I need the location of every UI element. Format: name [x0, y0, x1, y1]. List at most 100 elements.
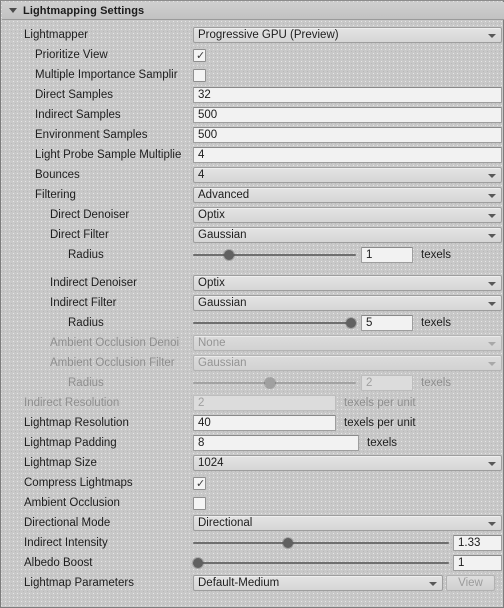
label-filtering: Filtering	[35, 189, 76, 201]
label-radius: Radius	[68, 249, 104, 261]
label-lightmap-padding: Lightmap Padding	[24, 437, 117, 449]
row-direct-denoiser: Direct Denoiser Optix	[2, 205, 504, 225]
dropdown-indirect-denoiser[interactable]: Optix	[193, 275, 502, 291]
chevron-down-icon	[488, 34, 496, 38]
dropdown-value: Directional	[198, 517, 253, 529]
slider-track	[193, 542, 449, 544]
row-ambient-occlusion: Ambient Occlusion	[2, 493, 504, 513]
label-direct-denoiser: Direct Denoiser	[50, 209, 130, 221]
checkbox-multiple-importance-samplir[interactable]	[193, 68, 206, 82]
dropdown-ambient-occlusion-filter: Gaussian	[193, 355, 502, 371]
row-radius: Radius 5 texels	[2, 313, 504, 333]
input-indirect-samples[interactable]: 500	[193, 107, 502, 123]
dropdown-value: Optix	[198, 277, 225, 289]
row-albedo-boost: Albedo Boost 1	[2, 553, 504, 573]
triangle-down-icon[interactable]	[9, 6, 18, 15]
dropdown-value: Gaussian	[198, 229, 247, 241]
label-direct-filter: Direct Filter	[50, 229, 109, 241]
input-radius: 2	[361, 375, 413, 391]
label-directional-mode: Directional Mode	[24, 517, 111, 529]
slider-thumb[interactable]	[223, 250, 234, 260]
slider-thumb[interactable]	[193, 558, 204, 568]
slider-track	[193, 562, 449, 564]
label-lightmapper: Lightmapper	[24, 29, 88, 41]
label-prioritize-view: Prioritize View	[35, 49, 108, 61]
row-direct-samples: Direct Samples 32	[2, 85, 504, 105]
dropdown-lightmap-parameters[interactable]: Default-Medium	[193, 575, 443, 591]
page-title: Lightmapping Settings	[23, 4, 145, 17]
input-radius[interactable]: 5	[361, 315, 413, 331]
dropdown-lightmapper[interactable]: Progressive GPU (Preview)	[193, 27, 502, 43]
label-indirect-denoiser: Indirect Denoiser	[50, 277, 137, 289]
input-albedo-boost[interactable]: 1	[453, 555, 502, 571]
check-icon: ✓	[196, 48, 206, 62]
dropdown-bounces[interactable]: 4	[193, 167, 502, 183]
view-button[interactable]: View	[446, 575, 495, 591]
slider-albedo-boost[interactable]	[193, 555, 449, 571]
input-lightmap-resolution[interactable]: 40	[193, 415, 336, 431]
chevron-down-icon	[429, 582, 437, 586]
panel-header[interactable]: Lightmapping Settings	[2, 2, 504, 20]
input-direct-samples[interactable]: 32	[193, 87, 502, 103]
label-direct-samples: Direct Samples	[35, 89, 113, 101]
dropdown-lightmap-size[interactable]: 1024	[193, 455, 502, 471]
slider-radius[interactable]	[193, 315, 357, 331]
dropdown-value: Gaussian	[198, 297, 247, 309]
slider-track	[193, 254, 356, 256]
dropdown-direct-denoiser[interactable]: Optix	[193, 207, 502, 223]
label-indirect-samples: Indirect Samples	[35, 109, 121, 121]
row-prioritize-view: Prioritize View ✓	[2, 45, 504, 65]
input-indirect-intensity[interactable]: 1.33	[453, 535, 502, 551]
row-filtering: Filtering Advanced	[2, 185, 504, 205]
dropdown-value: None	[198, 337, 226, 349]
dropdown-value: Gaussian	[198, 357, 247, 369]
input-light-probe-sample-multiplie[interactable]: 4	[193, 147, 502, 163]
slider-indirect-intensity[interactable]	[193, 535, 449, 551]
input-lightmap-padding[interactable]: 8	[193, 435, 359, 451]
label-compress-lightmaps: Compress Lightmaps	[24, 477, 133, 489]
input-radius[interactable]: 1	[361, 247, 413, 263]
unit-label: texels per unit	[344, 417, 416, 429]
row-ambient-occlusion-denoi: Ambient Occlusion Denoi None	[2, 333, 504, 353]
chevron-down-icon	[488, 302, 496, 306]
label-indirect-intensity: Indirect Intensity	[24, 537, 108, 549]
label-ambient-occlusion: Ambient Occlusion	[24, 497, 120, 509]
row-light-probe-sample-multiplie: Light Probe Sample Multiplie 4	[2, 145, 504, 165]
input-indirect-resolution: 2	[193, 395, 336, 411]
checkbox-compress-lightmaps[interactable]: ✓	[193, 476, 206, 490]
dropdown-filtering[interactable]: Advanced	[193, 187, 502, 203]
label-environment-samples: Environment Samples	[35, 129, 148, 141]
row-bounces: Bounces 4	[2, 165, 504, 185]
checkbox-ambient-occlusion[interactable]	[193, 496, 206, 510]
label-multiple-importance-samplir: Multiple Importance Samplir	[35, 69, 178, 81]
unit-label: texels	[367, 437, 398, 449]
row-radius: Radius 1 texels	[2, 245, 504, 265]
label-lightmap-parameters: Lightmap Parameters	[24, 577, 134, 589]
dropdown-directional-mode[interactable]: Directional	[193, 515, 502, 531]
slider-thumb[interactable]	[346, 318, 357, 328]
row-indirect-denoiser: Indirect Denoiser Optix	[2, 273, 504, 293]
row-lightmap-resolution: Lightmap Resolution 40 texels per unit	[2, 413, 504, 433]
row-lightmapper: Lightmapper Progressive GPU (Preview)	[2, 25, 504, 45]
unit-label: texels	[421, 377, 452, 389]
slider-thumb[interactable]	[264, 378, 275, 388]
row-lightmap-parameters: Lightmap Parameters Default-Medium View	[2, 573, 504, 593]
dropdown-ambient-occlusion-denoi: None	[193, 335, 502, 351]
label-ambient-occlusion-denoi: Ambient Occlusion Denoi	[50, 337, 180, 349]
slider-radius[interactable]	[193, 247, 356, 263]
dropdown-indirect-filter[interactable]: Gaussian	[193, 295, 502, 311]
dropdown-direct-filter[interactable]: Gaussian	[193, 227, 502, 243]
slider-thumb[interactable]	[282, 538, 293, 548]
row-directional-mode: Directional Mode Directional	[2, 513, 504, 533]
label-indirect-resolution: Indirect Resolution	[24, 397, 120, 409]
row-radius: Radius 2 texels	[2, 373, 504, 393]
checkbox-prioritize-view[interactable]: ✓	[193, 48, 206, 62]
label-albedo-boost: Albedo Boost	[24, 557, 93, 569]
input-environment-samples[interactable]: 500	[193, 127, 502, 143]
label-lightmap-resolution: Lightmap Resolution	[24, 417, 129, 429]
row-indirect-intensity: Indirect Intensity 1.33	[2, 533, 504, 553]
label-indirect-filter: Indirect Filter	[50, 297, 117, 309]
chevron-down-icon	[488, 174, 496, 178]
row-lightmap-padding: Lightmap Padding 8 texels	[2, 433, 504, 453]
dropdown-value: Optix	[198, 209, 225, 221]
